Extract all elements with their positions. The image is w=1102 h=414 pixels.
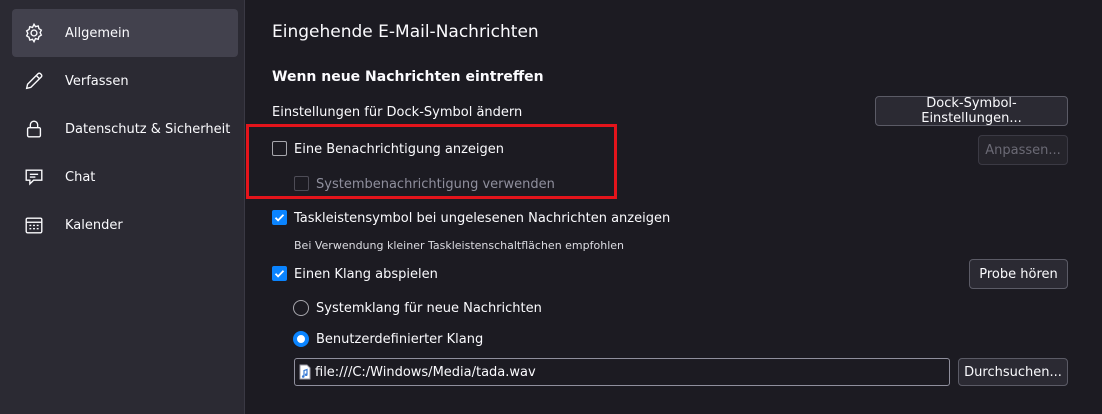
taskbar-icon-checkbox[interactable]: [272, 210, 287, 225]
sidebar-item-chat[interactable]: Chat: [12, 153, 238, 201]
browse-button[interactable]: Durchsuchen...: [958, 358, 1068, 386]
sound-file-field[interactable]: file:///C:/Windows/Media/tada.wav: [294, 358, 950, 386]
pencil-icon: [23, 70, 45, 92]
taskbar-hint: Bei Verwendung kleiner Taskleistenschalt…: [294, 239, 624, 252]
chat-icon: [23, 166, 45, 188]
checkmark-icon: [274, 270, 285, 278]
sidebar-item-verfassen[interactable]: Verfassen: [12, 57, 238, 105]
sidebar-item-kalender[interactable]: Kalender: [12, 201, 238, 249]
show-notification-checkbox[interactable]: [272, 141, 287, 156]
gear-icon: [23, 22, 45, 44]
subsection-title: Wenn neue Nachrichten eintreffen: [272, 69, 544, 85]
sidebar-item-allgemein[interactable]: Allgemein: [12, 9, 238, 57]
sidebar-item-label: Kalender: [65, 217, 123, 233]
dock-settings-button[interactable]: Dock-Symbol-Einstellungen...: [875, 96, 1068, 126]
custom-sound-label: Benutzerdefinierter Klang: [316, 332, 484, 347]
show-notification-label: Eine Benachrichtigung anzeigen: [294, 142, 504, 157]
sidebar-item-label: Datenschutz & Sicherheit: [65, 121, 231, 137]
sidebar-item-label: Chat: [65, 169, 96, 185]
taskbar-icon-label: Taskleistensymbol bei ungelesenen Nachri…: [294, 211, 671, 226]
custom-sound-radio[interactable]: [293, 331, 309, 347]
dock-settings-label: Einstellungen für Dock-Symbol ändern: [272, 105, 523, 120]
preview-sound-button[interactable]: Probe hören: [969, 259, 1068, 289]
sidebar-item-label: Verfassen: [65, 73, 129, 89]
calendar-icon: [23, 214, 45, 236]
lock-icon: [23, 118, 45, 140]
play-sound-checkbox[interactable]: [272, 266, 287, 281]
sound-file-path: file:///C:/Windows/Media/tada.wav: [315, 364, 536, 380]
system-notification-checkbox[interactable]: [294, 176, 309, 191]
sidebar-item-label: Allgemein: [65, 25, 130, 41]
system-notification-label: Systembenachrichtigung verwenden: [316, 177, 555, 192]
section-title: Eingehende E-Mail-Nachrichten: [272, 22, 539, 42]
checkmark-icon: [274, 214, 285, 222]
system-sound-radio[interactable]: [293, 300, 309, 316]
play-sound-label: Einen Klang abspielen: [294, 267, 438, 282]
main-content: Eingehende E-Mail-Nachrichten Wenn neue …: [245, 0, 1102, 414]
customize-button[interactable]: Anpassen...: [978, 135, 1068, 165]
audio-file-icon: [299, 364, 311, 380]
sidebar: Allgemein Verfassen Datenschutz & Sicher…: [0, 0, 245, 414]
sidebar-item-datenschutz[interactable]: Datenschutz & Sicherheit: [12, 105, 238, 153]
system-sound-label: Systemklang für neue Nachrichten: [316, 301, 542, 316]
